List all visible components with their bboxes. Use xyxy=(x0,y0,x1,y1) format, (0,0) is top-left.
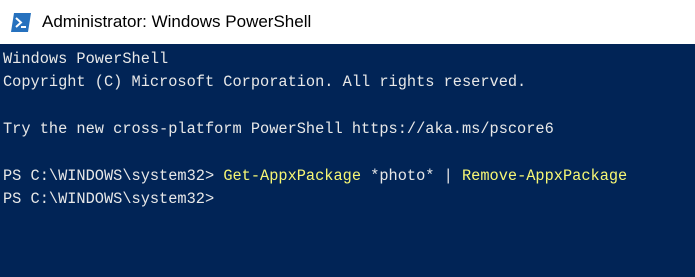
title-bar[interactable]: Administrator: Windows PowerShell xyxy=(0,0,695,44)
prompt: PS C:\WINDOWS\system32> xyxy=(3,190,215,209)
window-title: Administrator: Windows PowerShell xyxy=(42,12,312,31)
console-line: Copyright (C) Microsoft Corporation. All… xyxy=(3,73,527,92)
prompt-line: PS C:\WINDOWS\system32> xyxy=(3,188,695,211)
powershell-icon xyxy=(11,13,31,32)
console-line: Windows PowerShell xyxy=(3,50,169,68)
console-line: Try the new cross-platform PowerShell ht… xyxy=(3,120,554,139)
powershell-window: Administrator: Windows PowerShell Window… xyxy=(0,0,695,277)
prompt: PS C:\WINDOWS\system32> xyxy=(3,166,224,185)
command-args: *photo* | xyxy=(361,166,462,185)
command-line: PS C:\WINDOWS\system32> Get-AppxPackage … xyxy=(3,165,695,188)
command-cmdlet: Remove-AppxPackage xyxy=(462,166,628,185)
command-cmdlet: Get-AppxPackage xyxy=(223,166,362,185)
console-output[interactable]: Windows PowerShell Copyright (C) Microso… xyxy=(0,44,695,277)
